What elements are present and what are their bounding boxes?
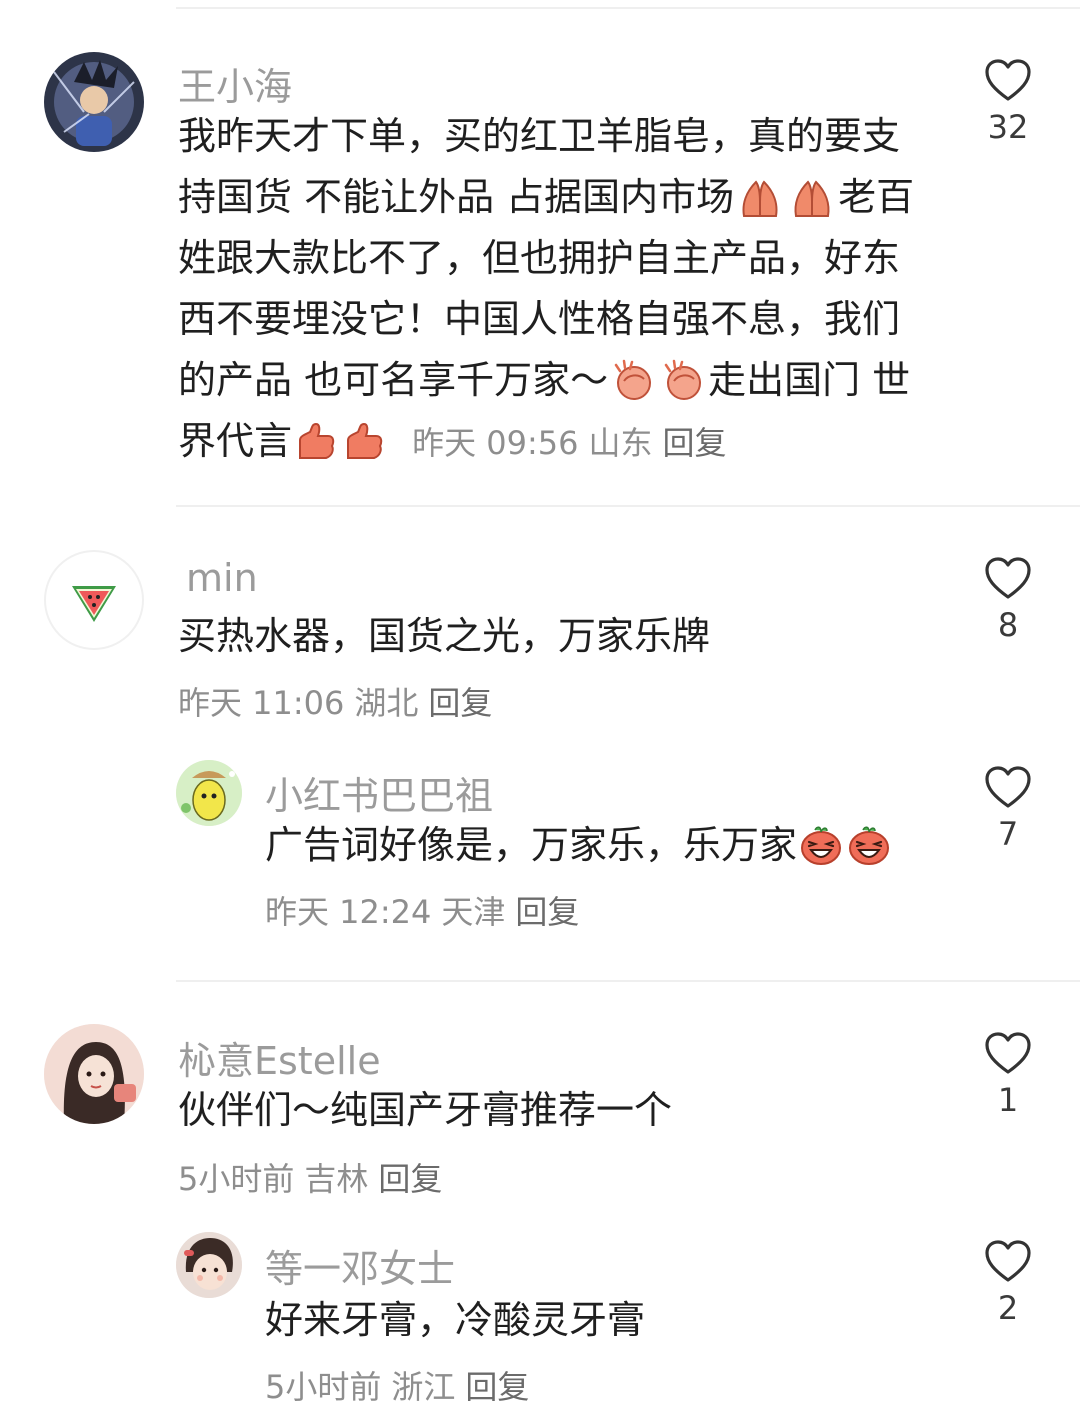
heart-outline-icon (984, 556, 1032, 600)
heart-outline-icon (984, 1239, 1032, 1283)
thumbs-up-emoji (342, 420, 386, 462)
comment-text-line: 广告词好像是，万家乐，乐万家 (265, 823, 798, 867)
comment-text: 买热水器，国货之光，万家乐牌 (178, 614, 711, 658)
divider (176, 980, 1080, 982)
heart-outline-icon (984, 58, 1032, 102)
comment-meta: 5小时前 吉林 回复 (178, 1154, 452, 1200)
comment-time: 5小时前 (265, 1368, 382, 1406)
comment-text: 广告词好像是，万家乐，乐万家 (265, 815, 893, 876)
comment-text-line: 走出国门 世 (708, 358, 911, 402)
like-button[interactable]: 1 (978, 1031, 1038, 1119)
comment-author-name[interactable]: min (186, 556, 258, 600)
laughing-face-emoji (847, 824, 891, 866)
like-button[interactable]: 8 (978, 556, 1038, 644)
avatar[interactable] (44, 550, 144, 650)
divider-top (176, 7, 1080, 9)
comment-time: 5小时前 (178, 1160, 295, 1198)
reply-button[interactable]: 回复 (465, 1368, 529, 1406)
comment-location: 吉林 (304, 1160, 369, 1198)
comment-time: 昨天 12:24 (265, 893, 432, 931)
comment-text-line: 界代言 (178, 419, 293, 463)
like-button[interactable]: 32 (978, 58, 1038, 146)
heart-outline-icon (984, 1031, 1032, 1075)
comment-meta: 昨天 09:56 山东 回复 (412, 424, 736, 462)
comment-meta: 5小时前 浙江 回复 (265, 1362, 539, 1408)
comment-text: 我昨天才下单，买的红卫羊脂皂，真的要支 持国货 不能让外品 占据国内市场 老百 姓… (178, 106, 938, 474)
pray-hands-emoji (736, 176, 784, 218)
comment-location: 天津 (441, 893, 506, 931)
reply-button[interactable]: 回复 (428, 684, 492, 722)
comment-text-line: 姓跟大款比不了，但也拥护自主产品，好东 (178, 236, 901, 280)
like-count: 32 (987, 108, 1029, 146)
comment-time: 昨天 11:06 (178, 684, 345, 722)
comment-time: 昨天 09:56 (412, 424, 579, 462)
clapping-hands-emoji (610, 359, 656, 401)
comment-location: 浙江 (391, 1368, 456, 1406)
divider (176, 505, 1080, 507)
like-button[interactable]: 2 (978, 1239, 1038, 1327)
comment-text-line: 我昨天才下单，买的红卫羊脂皂，真的要支 (178, 114, 901, 158)
comment-location: 山东 (588, 424, 653, 462)
avatar[interactable] (176, 760, 242, 826)
heart-outline-icon (984, 765, 1032, 809)
reply-button[interactable]: 回复 (663, 424, 727, 462)
comment-text-line: 老百 (838, 175, 915, 219)
clapping-hands-emoji (660, 359, 706, 401)
laughing-face-emoji (799, 824, 843, 866)
comment-author-name[interactable]: 小红书巴巴祖 (265, 765, 493, 820)
thumbs-up-emoji (294, 420, 338, 462)
pray-hands-emoji (788, 176, 836, 218)
like-count: 2 (997, 1289, 1019, 1327)
comment-text-line: 西不要埋没它！中国人性格自强不息，我们 (178, 297, 901, 341)
avatar[interactable] (44, 1024, 144, 1124)
comment-meta: 昨天 11:06 湖北 回复 (178, 678, 502, 724)
reply-button[interactable]: 回复 (378, 1160, 442, 1198)
like-button[interactable]: 7 (978, 765, 1038, 853)
comment-location: 湖北 (354, 684, 419, 722)
comment-text-line: 的产品 也可名享千万家～ (178, 358, 609, 402)
comment-author-name[interactable]: 杺意Estelle (178, 1030, 381, 1085)
comment-author-name[interactable]: 等一邓女士 (265, 1238, 455, 1293)
comment-text-line: 持国货 不能让外品 占据国内市场 (178, 175, 735, 219)
avatar[interactable] (176, 1232, 242, 1298)
reply-button[interactable]: 回复 (515, 893, 579, 931)
comment-text: 好来牙膏，冷酸灵牙膏 (265, 1298, 646, 1342)
like-count: 1 (997, 1081, 1019, 1119)
like-count: 8 (997, 606, 1019, 644)
comment-meta: 昨天 12:24 天津 回复 (265, 887, 589, 933)
avatar[interactable] (44, 52, 144, 152)
like-count: 7 (997, 815, 1019, 853)
comment-author-name[interactable]: 王小海 (178, 56, 292, 111)
comment-text: 伙伴们～纯国产牙膏推荐一个 (178, 1088, 673, 1132)
